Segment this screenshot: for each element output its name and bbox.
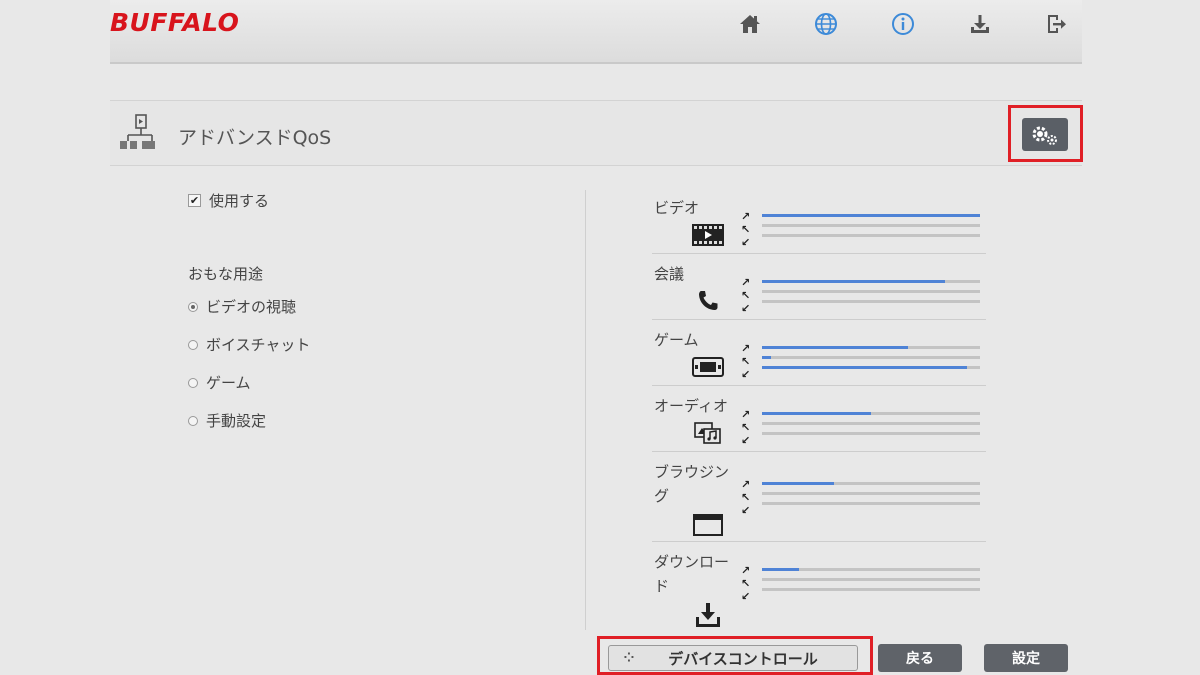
- radio-label: ゲーム: [206, 374, 251, 392]
- category-name: 会議: [654, 265, 685, 283]
- bar-fill: [762, 356, 771, 359]
- category-audio: オーディオ ↗ ↖ ↙: [652, 386, 986, 452]
- radio-button[interactable]: [188, 339, 198, 350]
- enable-qos-checkbox[interactable]: ✔: [188, 194, 201, 207]
- enable-qos-label: 使用する: [209, 192, 270, 210]
- qos-network-icon: [120, 114, 155, 149]
- bar-fill: [762, 280, 946, 283]
- radio-label: ボイスチャット: [206, 336, 311, 354]
- section-header: アドバンスドQoS: [110, 100, 1083, 166]
- category-meeting: 会議 ↗ ↖ ↙: [652, 254, 986, 320]
- download-icon[interactable]: [966, 10, 994, 38]
- priority-arrows: ↗ ↖ ↙: [741, 408, 751, 447]
- priority-list: ビデオ ↗ ↖ ↙ 会議 ↗ ↖ ↙ ゲーム ↗ ↖ ↙ オーディオ ↗ ↖ ↙…: [652, 188, 986, 634]
- category-name: オーディオ: [654, 397, 728, 415]
- priority-bars: [762, 214, 980, 244]
- enable-qos-checkbox-row[interactable]: ✔ 使用する: [188, 190, 568, 211]
- router-admin-frame: BUFFALO アドバンスドQoS ✔ 使用する おもな用途 ビデオの視聴 ボイ…: [110, 0, 1083, 675]
- priority-arrows: ↗ ↖ ↙: [741, 276, 751, 315]
- gears-icon: [1032, 126, 1057, 145]
- bar-fill: [762, 346, 909, 349]
- download-tray-icon: [692, 602, 724, 628]
- category-download: ダウンロード ↗ ↖ ↙: [652, 542, 986, 634]
- info-icon[interactable]: [889, 10, 917, 38]
- priority-arrows: ↗ ↖ ↙: [741, 210, 751, 249]
- audio-icon: [692, 420, 724, 446]
- bar-fill: [762, 412, 871, 415]
- bar-fill: [762, 482, 834, 485]
- globe-icon[interactable]: [812, 10, 840, 38]
- priority-bars: [762, 482, 980, 512]
- buffalo-logo[interactable]: BUFFALO: [110, 8, 239, 37]
- category-name: ビデオ: [654, 199, 700, 217]
- phone-icon: [692, 288, 724, 314]
- game-console-icon: [692, 354, 724, 380]
- device-control-label: デバイスコントロール: [668, 649, 818, 668]
- category-name: ダウンロード: [654, 553, 730, 595]
- film-icon: [692, 222, 724, 248]
- radio-manual[interactable]: 手動設定: [188, 410, 568, 431]
- radio-video[interactable]: ビデオの視聴: [188, 296, 568, 317]
- settings-highlight: [1008, 105, 1083, 162]
- radio-button[interactable]: [188, 301, 198, 312]
- radio-game[interactable]: ゲーム: [188, 372, 568, 393]
- priority-bars: [762, 346, 980, 376]
- bar-fill: [762, 568, 800, 571]
- back-button[interactable]: 戻る: [878, 644, 962, 672]
- category-browsing: ブラウジング ↗ ↖ ↙: [652, 452, 986, 542]
- category-name: ブラウジング: [654, 463, 730, 505]
- bar-fill: [762, 366, 967, 369]
- browser-window-icon: [692, 512, 724, 538]
- logout-icon[interactable]: [1042, 10, 1070, 38]
- priority-bars: [762, 568, 980, 598]
- radio-button[interactable]: [188, 377, 198, 388]
- column-divider: [585, 190, 586, 630]
- apply-settings-button[interactable]: 設定: [984, 644, 1068, 672]
- category-video: ビデオ ↗ ↖ ↙: [652, 188, 986, 254]
- purpose-label: おもな用途: [188, 265, 264, 283]
- priority-arrows: ↗ ↖ ↙: [741, 564, 751, 603]
- priority-arrows: ↗ ↖ ↙: [741, 342, 751, 381]
- bar-fill: [762, 214, 980, 217]
- radio-label: ビデオの視聴: [206, 298, 297, 316]
- qos-mode-panel: ✔ 使用する おもな用途 ビデオの視聴 ボイスチャット ゲーム 手動設定: [188, 190, 568, 431]
- priority-bars: [762, 280, 980, 310]
- priority-arrows: ↗ ↖ ↙: [741, 478, 751, 517]
- home-icon[interactable]: [736, 10, 764, 38]
- device-control-highlight: ⁘ デバイスコントロール: [597, 636, 873, 675]
- radio-label: 手動設定: [206, 412, 267, 430]
- category-name: ゲーム: [654, 331, 699, 349]
- device-control-button[interactable]: ⁘ デバイスコントロール: [608, 645, 858, 671]
- radio-voice-chat[interactable]: ボイスチャット: [188, 334, 568, 355]
- top-bar: BUFFALO: [110, 0, 1082, 64]
- radio-button[interactable]: [188, 415, 198, 426]
- category-game: ゲーム ↗ ↖ ↙: [652, 320, 986, 386]
- advanced-settings-button[interactable]: [1022, 118, 1068, 151]
- gear-dots-icon: ⁘: [623, 650, 635, 666]
- page-title: アドバンスドQoS: [178, 127, 332, 149]
- priority-bars: [762, 412, 980, 442]
